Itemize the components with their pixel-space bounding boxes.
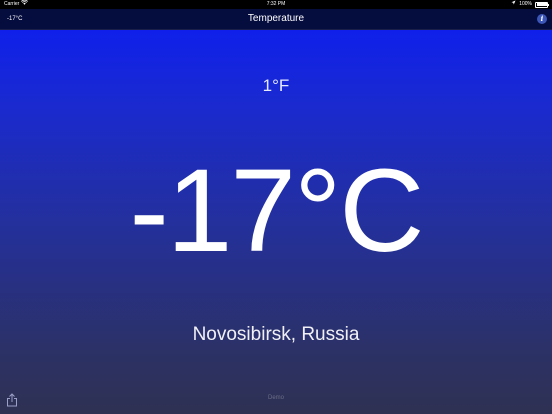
demo-label: Demo [267, 395, 284, 401]
info-icon[interactable]: i [537, 14, 547, 24]
page-title: Temperature [247, 13, 305, 24]
location-arrow-icon [511, 0, 516, 9]
status-time: 7:32 PM [266, 1, 286, 7]
status-bar: Carrier 7:32 PM 100% [0, 0, 552, 9]
info-glyph: i [540, 14, 544, 23]
fahrenheit-temperature: 1°F [262, 76, 290, 95]
battery-percent: 100% [519, 1, 532, 7]
battery-icon [535, 1, 549, 8]
status-right: 100% [511, 0, 549, 9]
location-name: Novosibirsk, Russia [192, 324, 360, 345]
celsius-temperature: -17°C [129, 145, 425, 277]
app-screen: Carrier 7:32 PM 100% -17°C Temperature i… [0, 0, 552, 414]
navigation-bar: -17°C Temperature i [0, 9, 552, 30]
